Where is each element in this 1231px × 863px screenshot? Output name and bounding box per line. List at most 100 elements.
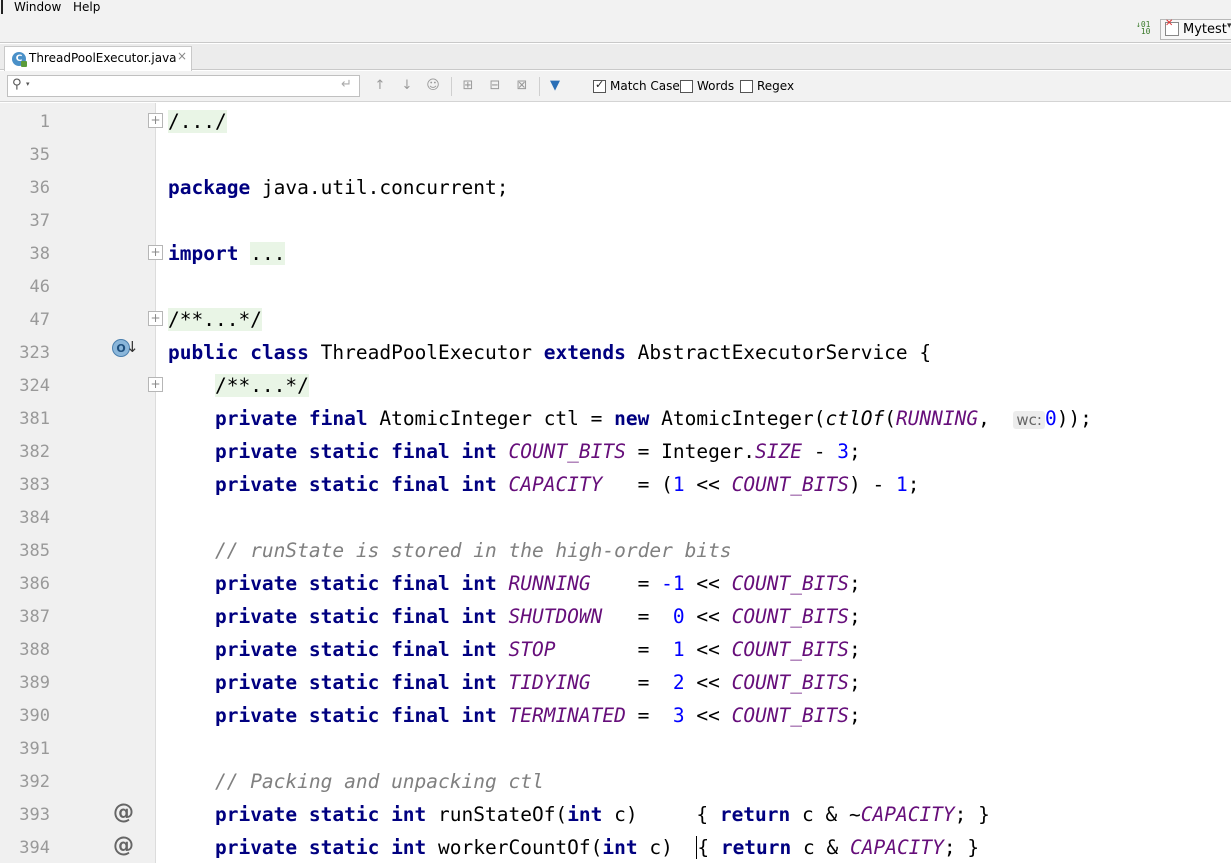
- line-number: 37: [29, 211, 50, 231]
- search-input[interactable]: [38, 78, 334, 94]
- code-text: -: [802, 440, 838, 463]
- match-case-checkbox[interactable]: [593, 78, 606, 93]
- method-call: ctlOf: [825, 407, 885, 430]
- text-caret: {: [696, 836, 721, 859]
- line-number: 1: [39, 112, 50, 132]
- new-line-icon[interactable]: ↵: [341, 77, 352, 92]
- run-config-icon: [1165, 18, 1179, 36]
- sort-icon[interactable]: ↓01 10: [1136, 21, 1152, 37]
- line-number: 47: [29, 310, 50, 330]
- menu-item-window[interactable]: Window: [14, 0, 61, 14]
- regex-label[interactable]: Regex: [757, 79, 794, 93]
- editor-gutter: 1 35 36 37 38 46 47 323 324 381 382 383 …: [0, 103, 156, 863]
- code-text: =: [625, 704, 673, 727]
- code-text: <<: [684, 704, 732, 727]
- comment: // runState is stored in the high-order …: [214, 539, 732, 562]
- close-icon[interactable]: ×: [177, 49, 187, 63]
- words-label[interactable]: Words: [697, 79, 734, 93]
- code-line-324: /**...*/: [168, 374, 309, 397]
- code-text: = (: [602, 473, 673, 496]
- plus-fold-icon[interactable]: +: [148, 311, 163, 326]
- code-line-392: // Packing and unpacking ctl: [168, 771, 544, 793]
- superclass-name: AbstractExecutorService {: [625, 341, 932, 364]
- words-checkbox[interactable]: [680, 80, 693, 93]
- code-editor[interactable]: 1 35 36 37 38 46 47 323 324 381 382 383 …: [0, 103, 1231, 863]
- code-text: =: [590, 671, 673, 694]
- previous-occurrence-icon[interactable]: ↑: [371, 77, 389, 95]
- search-icon[interactable]: ⚲: [12, 77, 22, 92]
- keyword: int: [567, 803, 603, 826]
- constant: TIDYING: [508, 671, 591, 694]
- match-case-label[interactable]: Match Case: [610, 79, 680, 93]
- run-configuration-selector[interactable]: Mytest ▾: [1160, 18, 1231, 40]
- code-text: ,: [978, 407, 1014, 430]
- tab-threadpoolexecutor[interactable]: C ThreadPoolExecutor.java ×: [4, 46, 192, 71]
- constant: COUNT_BITS: [731, 605, 849, 628]
- chevron-down-icon: ▾: [1227, 21, 1231, 31]
- filter-icon[interactable]: ▼: [546, 77, 564, 95]
- remove-occurrence-icon[interactable]: ⊟: [486, 77, 504, 95]
- constant: CAPACITY: [849, 836, 944, 859]
- line-number: 384: [19, 508, 50, 528]
- search-history-dropdown-icon[interactable]: ▾: [26, 80, 30, 88]
- keyword: class: [250, 341, 309, 364]
- code-text: <<: [684, 572, 732, 595]
- line-number: 385: [19, 541, 50, 561]
- code-line-323: public class ThreadPoolExecutor extends …: [168, 342, 931, 364]
- code-text: <<: [684, 671, 732, 694]
- implemented-down-arrow-icon[interactable]: O ↓: [112, 338, 139, 364]
- folded-region[interactable]: /.../: [168, 110, 227, 133]
- code-text: ));: [1056, 407, 1092, 430]
- main-toolbar: ↓01 10 Mytest ▾: [0, 16, 1231, 43]
- number-literal: 1: [895, 473, 908, 496]
- code-text: <<: [684, 605, 732, 628]
- plus-fold-icon[interactable]: +: [148, 113, 163, 128]
- line-number: 388: [19, 640, 50, 660]
- toolbar-separator: [539, 77, 540, 96]
- code-line-394: private static int workerCountOf(int c) …: [168, 836, 980, 859]
- keyword: private static final int: [214, 440, 497, 463]
- constant: SIZE: [755, 440, 802, 463]
- constant: COUNT_BITS: [731, 638, 849, 661]
- keyword: private static int: [214, 803, 427, 826]
- class-name: ThreadPoolExecutor: [308, 341, 544, 364]
- keyword: private static final int: [214, 704, 497, 727]
- code-text: ;: [907, 473, 920, 496]
- find-bar: ⚲ ▾ ↵ ↑ ↓ ☺ ⊞ ⊟ ⊠ ▼ Match Case Words Reg…: [0, 71, 1231, 102]
- code-text: AtomicInteger(: [649, 407, 826, 430]
- at-sign-icon[interactable]: @: [113, 834, 134, 856]
- code-line-388: private static final int STOP = 1 << COU…: [168, 639, 861, 661]
- menu-item-help[interactable]: Help: [73, 0, 100, 14]
- code-text: ;: [848, 572, 861, 595]
- constant: STOP: [508, 638, 556, 661]
- number-literal: 3: [837, 440, 849, 463]
- keyword: package: [168, 176, 251, 199]
- line-number: 393: [19, 805, 50, 825]
- select-all-occurrences-icon[interactable]: ⊠: [513, 77, 531, 95]
- folded-region[interactable]: /**...*/: [214, 374, 309, 397]
- folded-region[interactable]: ...: [250, 242, 286, 265]
- keyword: private static final int: [214, 572, 497, 595]
- plus-fold-icon[interactable]: +: [148, 245, 163, 260]
- code-text: =: [555, 638, 673, 661]
- regex-checkbox[interactable]: [740, 80, 753, 93]
- add-occurrence-icon[interactable]: ⊞: [459, 77, 477, 95]
- code-text: c &: [791, 836, 850, 859]
- code-text: <<: [684, 638, 732, 661]
- plus-fold-icon[interactable]: +: [148, 377, 163, 392]
- keyword: extends: [543, 341, 626, 364]
- menu-bar: Window Help: [0, 0, 1231, 16]
- code-line-1: /.../: [168, 110, 227, 133]
- at-sign-icon[interactable]: @: [113, 801, 134, 823]
- constant: COUNT_BITS: [731, 704, 849, 727]
- code-text: ;: [848, 440, 861, 463]
- next-occurrence-icon[interactable]: ↓: [398, 77, 416, 95]
- code-text: ;: [848, 704, 861, 727]
- run-config-label: Mytest: [1183, 22, 1227, 37]
- folded-region[interactable]: /**...*/: [168, 308, 262, 331]
- code-text: {: [696, 803, 720, 826]
- find-all-icon[interactable]: ☺: [424, 77, 442, 95]
- code-text: ; }: [943, 836, 980, 859]
- number-literal: 0: [1044, 407, 1057, 430]
- search-field[interactable]: ⚲ ▾ ↵: [7, 75, 360, 97]
